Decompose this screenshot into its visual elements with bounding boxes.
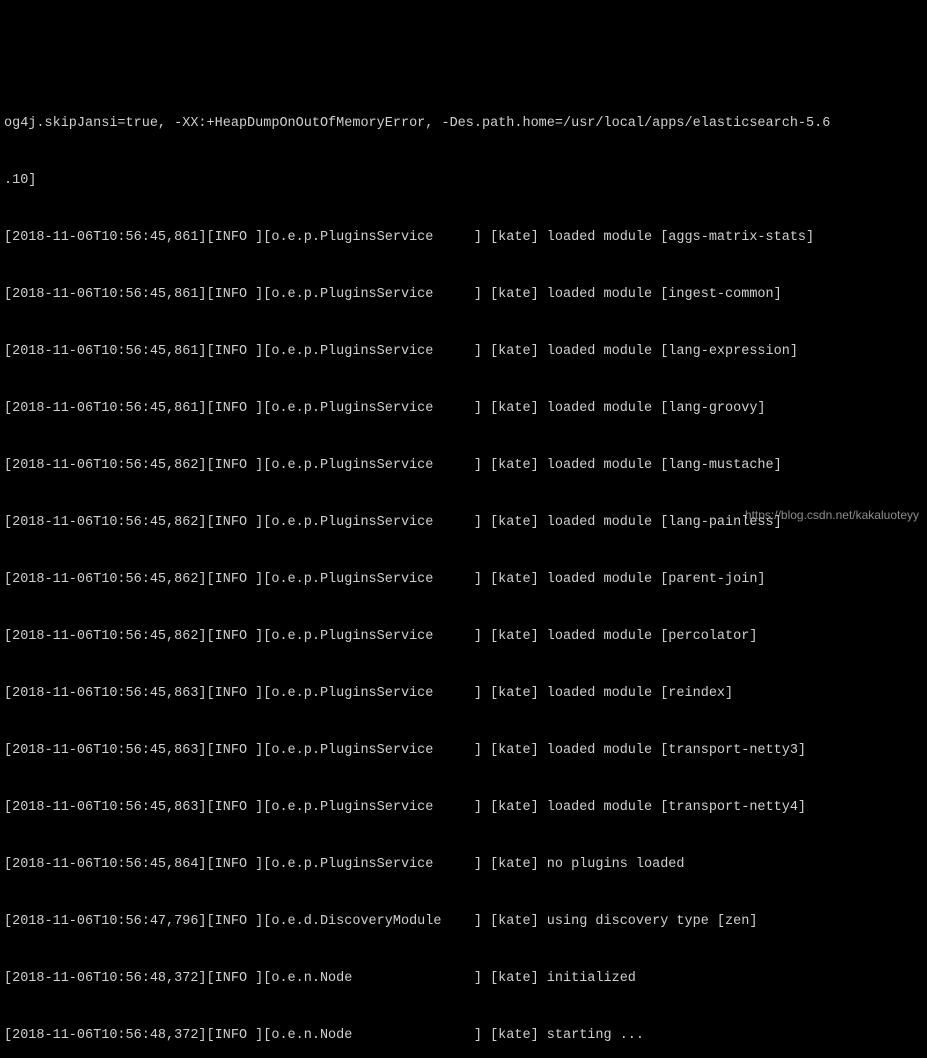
log-line: [2018-11-06T10:56:45,861][INFO ][o.e.p.P… xyxy=(4,228,923,247)
log-line: [2018-11-06T10:56:47,796][INFO ][o.e.d.D… xyxy=(4,912,923,931)
log-line: [2018-11-06T10:56:45,862][INFO ][o.e.p.P… xyxy=(4,456,923,475)
log-line: [2018-11-06T10:56:45,864][INFO ][o.e.p.P… xyxy=(4,855,923,874)
log-line: [2018-11-06T10:56:45,862][INFO ][o.e.p.P… xyxy=(4,627,923,646)
log-line: [2018-11-06T10:56:45,863][INFO ][o.e.p.P… xyxy=(4,684,923,703)
log-line: [2018-11-06T10:56:48,372][INFO ][o.e.n.N… xyxy=(4,1026,923,1045)
log-line: [2018-11-06T10:56:45,863][INFO ][o.e.p.P… xyxy=(4,798,923,817)
log-line: [2018-11-06T10:56:45,861][INFO ][o.e.p.P… xyxy=(4,342,923,361)
log-line: [2018-11-06T10:56:45,861][INFO ][o.e.p.P… xyxy=(4,399,923,418)
log-line: og4j.skipJansi=true, -XX:+HeapDumpOnOutO… xyxy=(4,114,923,133)
watermark-text: https://blog.csdn.net/kakaluoteyy xyxy=(745,506,919,525)
log-line: .10] xyxy=(4,171,923,190)
log-line: [2018-11-06T10:56:48,372][INFO ][o.e.n.N… xyxy=(4,969,923,988)
log-line: [2018-11-06T10:56:45,861][INFO ][o.e.p.P… xyxy=(4,285,923,304)
log-line: [2018-11-06T10:56:45,862][INFO ][o.e.p.P… xyxy=(4,570,923,589)
terminal-output: og4j.skipJansi=true, -XX:+HeapDumpOnOutO… xyxy=(0,76,927,1058)
log-line: [2018-11-06T10:56:45,863][INFO ][o.e.p.P… xyxy=(4,741,923,760)
